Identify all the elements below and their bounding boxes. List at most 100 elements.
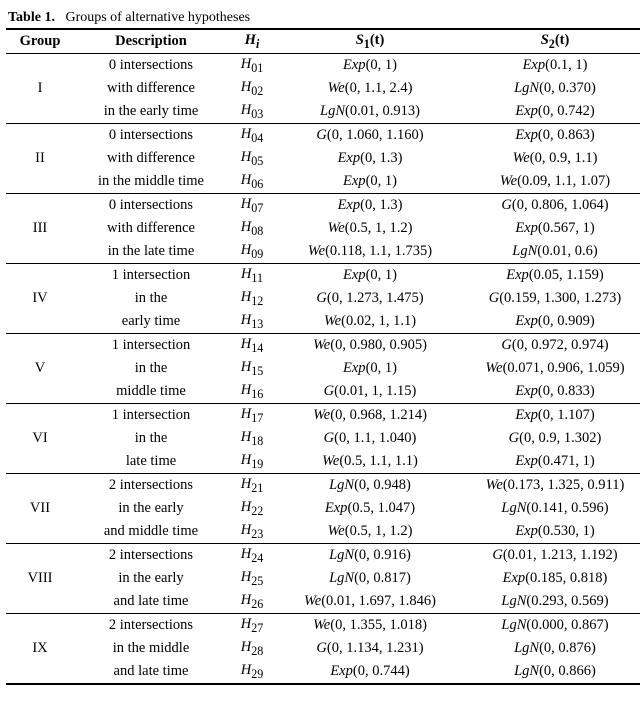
hypothesis-id: H09 — [228, 240, 276, 263]
s2-value: Exp(0.471, 1) — [464, 450, 640, 473]
s2-value: G(0.01, 1.213, 1.192) — [464, 543, 640, 566]
group-label: III — [6, 217, 74, 240]
col-header-description: Description — [74, 29, 228, 53]
table-row: 2 intersectionsH24LgN(0, 0.916)G(0.01, 1… — [6, 543, 640, 566]
group-label: VIII — [6, 567, 74, 590]
s1-value: Exp(0, 1) — [276, 357, 464, 380]
s1-value: Exp(0, 1) — [276, 53, 464, 76]
hypothesis-id: H01 — [228, 53, 276, 76]
s2-letter: S — [541, 32, 549, 48]
s1-value: We(0, 1.1, 2.4) — [276, 77, 464, 100]
hypothesis-id: H29 — [228, 660, 276, 684]
col-header-s2: S2(t) — [464, 29, 640, 53]
table-header-row: Group Description Hi S1(t) S2(t) — [6, 29, 640, 53]
group-label-empty — [6, 543, 74, 566]
table-row: in the early timeH03LgN(0.01, 0.913)Exp(… — [6, 100, 640, 123]
description-line: 1 intersection — [74, 403, 228, 426]
table-row: 0 intersectionsH07Exp(0, 1.3)G(0, 0.806,… — [6, 193, 640, 216]
table-row: Vin theH15Exp(0, 1)We(0.071, 0.906, 1.05… — [6, 357, 640, 380]
s2-value: LgN(0, 0.370) — [464, 77, 640, 100]
table-row: VIIin the earlyH22Exp(0.5, 1.047)LgN(0.1… — [6, 497, 640, 520]
hypothesis-id: H23 — [228, 520, 276, 543]
hypothesis-id: H15 — [228, 357, 276, 380]
table-row: late timeH19We(0.5, 1.1, 1.1)Exp(0.471, … — [6, 450, 640, 473]
description-line: 2 intersections — [74, 543, 228, 566]
description-line: late time — [74, 450, 228, 473]
s2-value: We(0, 0.9, 1.1) — [464, 147, 640, 170]
group-label-empty — [6, 53, 74, 76]
hypothesis-id: H12 — [228, 287, 276, 310]
s2-value: Exp(0, 0.863) — [464, 123, 640, 146]
table-row: IVin theH12G(0, 1.273, 1.475)G(0.159, 1.… — [6, 287, 640, 310]
description-line: 2 intersections — [74, 613, 228, 636]
s1-value: G(0, 1.134, 1.231) — [276, 637, 464, 660]
s1-value: Exp(0, 1.3) — [276, 147, 464, 170]
description-line: in the — [74, 287, 228, 310]
table-row: IXin the middleH28G(0, 1.134, 1.231)LgN(… — [6, 637, 640, 660]
s1-value: Exp(0, 1.3) — [276, 193, 464, 216]
hypothesis-id: H28 — [228, 637, 276, 660]
s2-value: LgN(0.293, 0.569) — [464, 590, 640, 613]
description-line: with difference — [74, 77, 228, 100]
s1-value: We(0.5, 1, 1.2) — [276, 520, 464, 543]
description-line: in the early — [74, 567, 228, 590]
s2-value: We(0.071, 0.906, 1.059) — [464, 357, 640, 380]
group-label-empty — [6, 613, 74, 636]
table-caption-text: Groups of alternative hypotheses — [65, 10, 250, 25]
hypothesis-id: H24 — [228, 543, 276, 566]
description-line: with difference — [74, 217, 228, 240]
hi-sub: i — [256, 37, 259, 51]
table-row: and middle timeH23We(0.5, 1, 1.2)Exp(0.5… — [6, 520, 640, 543]
hypothesis-id: H02 — [228, 77, 276, 100]
s2-value: LgN(0.141, 0.596) — [464, 497, 640, 520]
hi-letter: H — [245, 32, 256, 48]
description-line: in the — [74, 357, 228, 380]
s2-value: Exp(0, 0.833) — [464, 380, 640, 403]
description-line: in the late time — [74, 240, 228, 263]
hypothesis-id: H16 — [228, 380, 276, 403]
hypothesis-id: H19 — [228, 450, 276, 473]
group-label: II — [6, 147, 74, 170]
s1-letter: S — [356, 32, 364, 48]
s1-value: LgN(0, 0.916) — [276, 543, 464, 566]
table-row: 0 intersectionsH04G(0, 1.060, 1.160)Exp(… — [6, 123, 640, 146]
table-row: 1 intersectionH17We(0, 0.968, 1.214)Exp(… — [6, 403, 640, 426]
description-line: 1 intersection — [74, 263, 228, 286]
description-line: in the early — [74, 497, 228, 520]
group-label-empty — [6, 240, 74, 263]
group-label-empty — [6, 380, 74, 403]
group-label: VII — [6, 497, 74, 520]
s1-value: We(0.5, 1.1, 1.1) — [276, 450, 464, 473]
table-row: VIin theH18G(0, 1.1, 1.040)G(0, 0.9, 1.3… — [6, 427, 640, 450]
group-label-empty — [6, 660, 74, 684]
hypothesis-id: H22 — [228, 497, 276, 520]
hypothesis-id: H25 — [228, 567, 276, 590]
s2-value: We(0.173, 1.325, 0.911) — [464, 473, 640, 496]
group-label-empty — [6, 473, 74, 496]
hypothesis-id: H27 — [228, 613, 276, 636]
s2-value: LgN(0, 0.866) — [464, 660, 640, 684]
hypothesis-id: H11 — [228, 263, 276, 286]
s2-value: G(0, 0.806, 1.064) — [464, 193, 640, 216]
s1-value: G(0, 1.1, 1.040) — [276, 427, 464, 450]
s1-value: LgN(0, 0.817) — [276, 567, 464, 590]
col-header-s1: S1(t) — [276, 29, 464, 53]
s2-value: G(0, 0.9, 1.302) — [464, 427, 640, 450]
group-label: I — [6, 77, 74, 100]
group-label-empty — [6, 100, 74, 123]
table-row: VIIIin the earlyH25LgN(0, 0.817)Exp(0.18… — [6, 567, 640, 590]
hypothesis-id: H17 — [228, 403, 276, 426]
page: Table 1. Groups of alternative hypothese… — [0, 0, 640, 705]
table-body: 0 intersectionsH01Exp(0, 1)Exp(0.1, 1)Iw… — [6, 53, 640, 683]
s1-value: Exp(0, 1) — [276, 170, 464, 193]
col-header-hi: Hi — [228, 29, 276, 53]
s1-value: G(0.01, 1, 1.15) — [276, 380, 464, 403]
group-label-empty — [6, 590, 74, 613]
group-label-empty — [6, 310, 74, 333]
s1-value: LgN(0, 0.948) — [276, 473, 464, 496]
group-label-empty — [6, 403, 74, 426]
description-line: and middle time — [74, 520, 228, 543]
group-label-empty — [6, 450, 74, 473]
description-line: in the — [74, 427, 228, 450]
table-row: 1 intersectionH14We(0, 0.980, 0.905)G(0,… — [6, 333, 640, 356]
